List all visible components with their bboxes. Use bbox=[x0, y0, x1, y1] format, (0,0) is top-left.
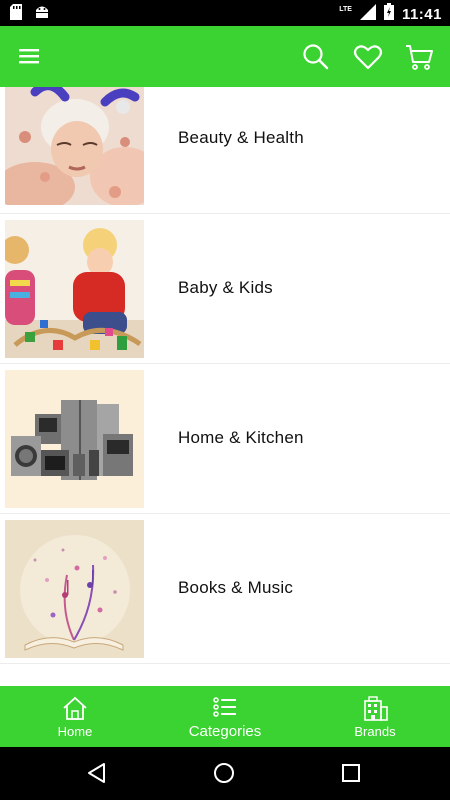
clock: 11:41 bbox=[401, 5, 442, 23]
home-icon bbox=[60, 695, 90, 721]
heart-icon[interactable] bbox=[353, 42, 383, 72]
recents-icon[interactable] bbox=[341, 763, 361, 788]
category-image-beauty-health bbox=[5, 87, 144, 205]
hamburger-menu-icon[interactable] bbox=[16, 42, 46, 72]
category-list[interactable]: Beauty & Health Baby & Kids Home & Kitch… bbox=[0, 87, 450, 686]
search-icon[interactable] bbox=[301, 42, 331, 72]
back-icon[interactable] bbox=[86, 762, 108, 789]
list-icon bbox=[210, 695, 240, 721]
shopping-cart-icon[interactable] bbox=[404, 42, 434, 72]
signal-icon bbox=[359, 3, 376, 25]
system-nav-bar bbox=[0, 747, 450, 800]
category-label: Baby & Kids bbox=[178, 278, 273, 297]
category-row-books-music[interactable]: Books & Music bbox=[0, 514, 450, 664]
android-icon bbox=[34, 4, 50, 25]
bottom-nav: Home Categories Brands bbox=[0, 686, 450, 747]
category-label: Beauty & Health bbox=[178, 128, 304, 147]
category-image-baby-kids bbox=[5, 220, 144, 358]
category-row-home-kitchen[interactable]: Home & Kitchen bbox=[0, 364, 450, 514]
category-row-baby-kids[interactable]: Baby & Kids bbox=[0, 214, 450, 364]
app-bar bbox=[0, 26, 450, 87]
home-circle-icon[interactable] bbox=[213, 762, 235, 789]
nav-item-home[interactable]: Home bbox=[0, 686, 150, 747]
nav-item-brands[interactable]: Brands bbox=[300, 686, 450, 747]
category-image-home-kitchen bbox=[5, 370, 144, 508]
sd-card-icon bbox=[10, 4, 22, 25]
building-icon bbox=[360, 695, 390, 721]
nav-label: Home bbox=[57, 724, 93, 739]
nav-item-categories[interactable]: Categories bbox=[150, 686, 300, 747]
category-label: Books & Music bbox=[178, 578, 294, 597]
category-row-beauty-health[interactable]: Beauty & Health bbox=[0, 87, 450, 214]
nav-label: Categories bbox=[188, 723, 262, 740]
nav-label: Brands bbox=[354, 724, 396, 739]
status-bar: LTE 11:41 bbox=[0, 0, 450, 26]
network-type: LTE bbox=[339, 5, 352, 13]
battery-icon bbox=[383, 3, 394, 25]
category-label: Home & Kitchen bbox=[178, 428, 304, 447]
category-image-books-music bbox=[5, 520, 144, 658]
